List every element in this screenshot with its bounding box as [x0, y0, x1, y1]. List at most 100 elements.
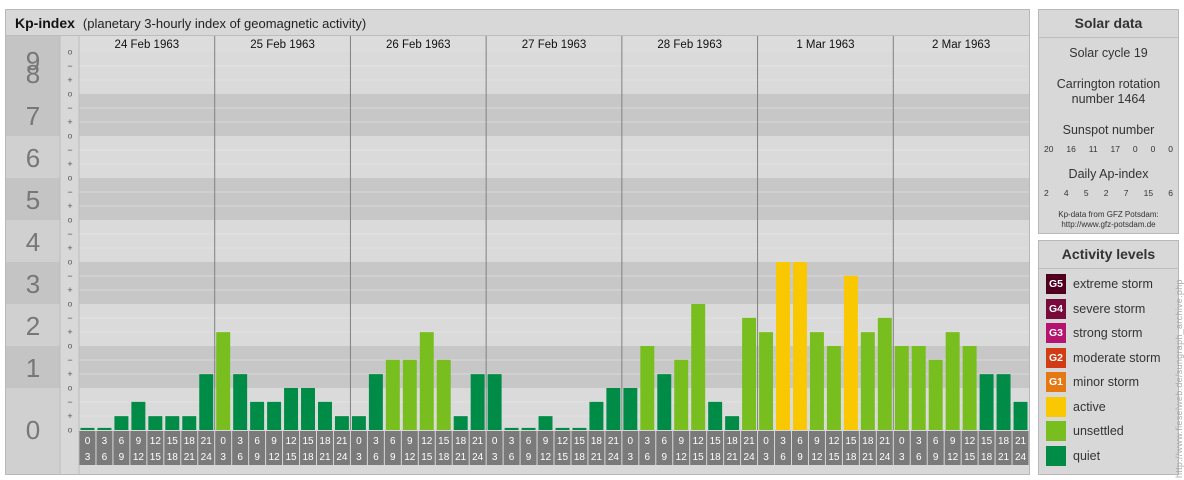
- time-slot-start: 0: [356, 436, 362, 447]
- y-subtick-minus: −: [67, 229, 72, 239]
- time-slot-end: 6: [102, 452, 108, 463]
- y-subtick-minus: −: [67, 145, 72, 155]
- sunspot-value: 20: [1044, 144, 1054, 154]
- time-slot-end: 6: [237, 452, 243, 463]
- y-tick-label: 0: [26, 415, 40, 445]
- time-slot-end: 18: [981, 452, 993, 463]
- kp-bar: [996, 374, 1011, 430]
- sunspot-label: Sunspot number: [1062, 123, 1155, 137]
- kp-bar: [894, 346, 909, 430]
- time-slot-end: 15: [285, 452, 297, 463]
- time-slot-end: 3: [899, 452, 905, 463]
- time-slot-start: 12: [828, 436, 840, 447]
- time-slot-start: 15: [981, 436, 993, 447]
- y-subtick-plus: +: [67, 327, 72, 337]
- time-slot-start: 6: [526, 436, 532, 447]
- kp-bar: [521, 427, 536, 430]
- solar-data-panel: Solar data Solar cycle 19 Carrington rot…: [1038, 9, 1179, 234]
- legend-label: active: [1073, 399, 1106, 414]
- ap-index-values: 2 4 5 2 7 15 6: [1039, 188, 1178, 198]
- day-label: 28 Feb 1963: [657, 39, 722, 51]
- source-watermark: http://www.fieselweb.de/sungraph_archive…: [1174, 279, 1184, 478]
- y-subtick-o: o: [68, 174, 73, 183]
- time-slot-start: 21: [201, 436, 213, 447]
- kp-bar: [979, 374, 994, 430]
- time-slot-end: 24: [1015, 452, 1027, 463]
- time-slot-start: 15: [574, 436, 586, 447]
- time-slot-end: 9: [119, 452, 125, 463]
- time-slot-end: 15: [421, 452, 433, 463]
- kp-bar: [504, 427, 519, 430]
- time-slot-start: 3: [916, 436, 922, 447]
- kp-bar: [199, 374, 214, 430]
- time-slot-start: 3: [237, 436, 243, 447]
- time-slot-start: 21: [1015, 436, 1027, 447]
- time-slot-start: 15: [302, 436, 314, 447]
- time-slot-end: 18: [438, 452, 450, 463]
- y-subtick-o: o: [68, 216, 73, 225]
- time-slot-start: 3: [373, 436, 379, 447]
- time-slot-end: 3: [220, 452, 226, 463]
- day-label: 25 Feb 1963: [250, 39, 315, 51]
- time-slot-end: 21: [319, 452, 331, 463]
- chart-subtitle: (planetary 3-hourly index of geomagnetic…: [82, 16, 367, 31]
- legend-swatch: G1: [1046, 372, 1066, 392]
- kp-bar: [538, 416, 553, 430]
- kp-bar: [436, 359, 451, 430]
- kp-bar: [572, 427, 587, 430]
- kp-bar: [233, 374, 248, 430]
- time-slot-start: 15: [710, 436, 722, 447]
- time-slot-end: 9: [526, 452, 532, 463]
- y-subtick-plus: +: [67, 411, 72, 421]
- time-slot-start: 6: [119, 436, 125, 447]
- time-slot-start: 9: [407, 436, 413, 447]
- y-subtick-o: o: [68, 258, 73, 267]
- time-slot-end: 3: [85, 452, 91, 463]
- y-tick-label: 3: [26, 269, 40, 299]
- kp-bar: [385, 359, 400, 430]
- grid-band: [79, 220, 1029, 262]
- time-slot-start: 3: [645, 436, 651, 447]
- time-slot-end: 12: [269, 452, 281, 463]
- sunspot-value: 16: [1066, 144, 1076, 154]
- y-subtick-plus: +: [67, 159, 72, 169]
- time-slot-end: 15: [150, 452, 162, 463]
- credit-line-1: Kp-data from GFZ Potsdam:: [1058, 210, 1159, 219]
- kp-bar: [809, 332, 824, 430]
- kp-bar: [402, 359, 417, 430]
- legend-swatch: G2: [1046, 347, 1066, 368]
- legend-label: strong storm: [1073, 326, 1143, 340]
- time-slot-start: 18: [591, 436, 603, 447]
- sunspot-value: 11: [1088, 144, 1098, 154]
- kp-bar: [487, 374, 502, 430]
- time-slot-start: 6: [254, 436, 260, 447]
- time-slot-start: 15: [167, 436, 179, 447]
- legend-label: severe storm: [1073, 301, 1146, 316]
- legend-label: unsettled: [1073, 424, 1124, 438]
- time-slot-start: 6: [661, 436, 667, 447]
- time-slot-end: 3: [628, 452, 634, 463]
- kp-bar: [555, 427, 570, 430]
- time-slot-end: 18: [710, 452, 722, 463]
- kp-bar: [708, 401, 723, 430]
- y-subtick-o: o: [68, 384, 73, 393]
- time-slot-start: 21: [608, 436, 620, 447]
- time-slot-end: 18: [574, 452, 586, 463]
- credit-link[interactable]: http://www.gfz-potsdam.de: [1039, 220, 1178, 230]
- y-tick-label: 9: [26, 46, 40, 76]
- kp-bar: [165, 416, 180, 430]
- y-subtick-plus: +: [67, 285, 72, 295]
- y-subtick-o: o: [68, 426, 73, 435]
- time-slot-end: 18: [167, 452, 179, 463]
- ap-index-value: 6: [1168, 188, 1173, 198]
- legend-label: minor storm: [1073, 375, 1139, 389]
- sunspot-value: 0: [1150, 144, 1156, 154]
- time-slot-end: 24: [608, 452, 620, 463]
- y-subtick-plus: +: [67, 75, 72, 85]
- y-subtick-minus: −: [67, 355, 72, 365]
- y-subtick-plus: +: [67, 117, 72, 127]
- time-slot-end: 9: [254, 452, 260, 463]
- y-subtick-o: o: [68, 90, 73, 99]
- kp-chart-panel: Kp-index (planetary 3-hourly index of geo…: [5, 9, 1030, 475]
- time-slot-end: 21: [998, 452, 1010, 463]
